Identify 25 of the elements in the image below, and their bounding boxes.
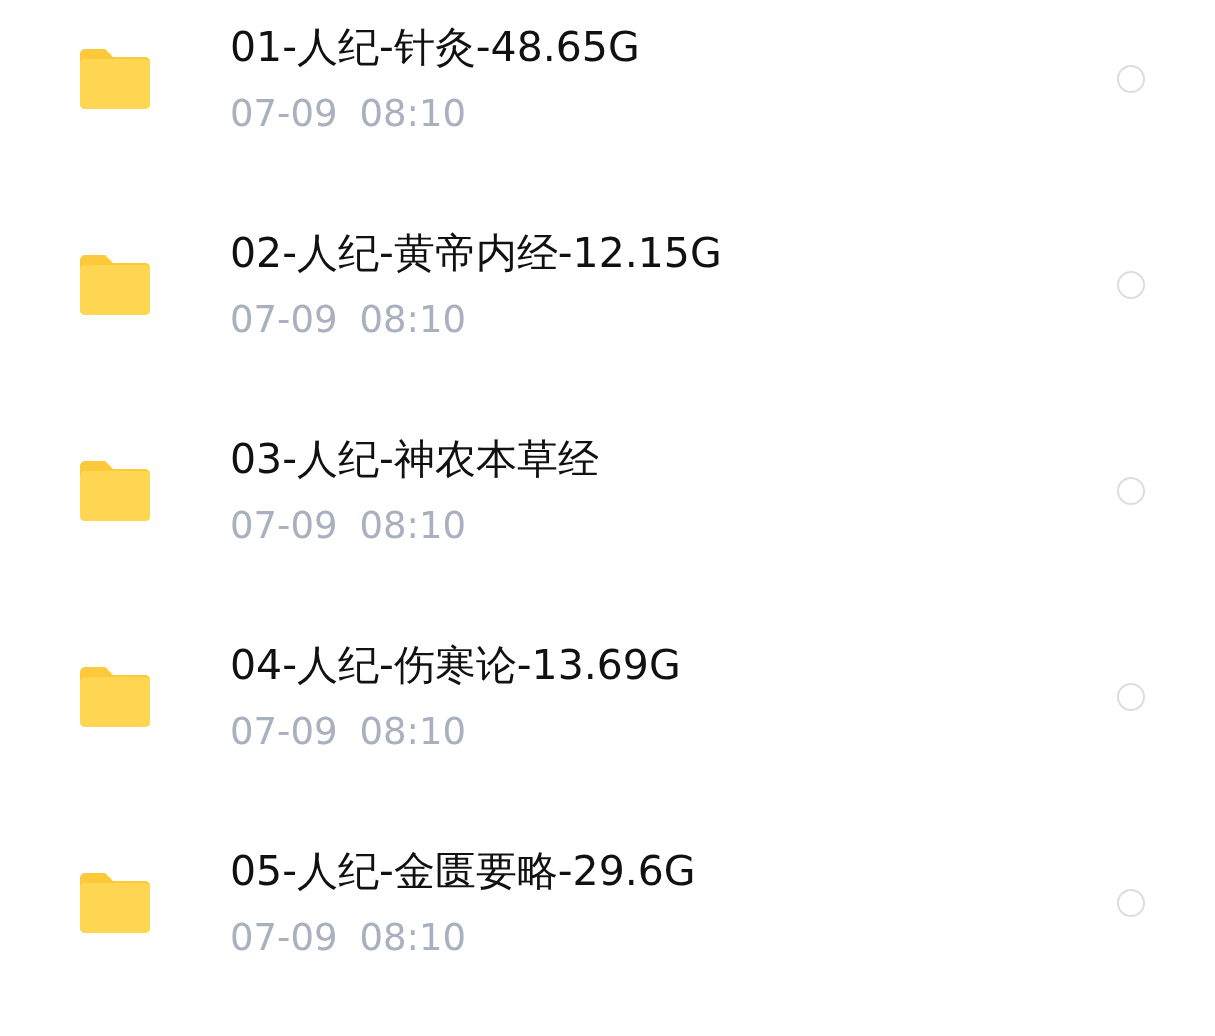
modified-date: 07-09	[230, 297, 338, 343]
modified-date: 07-09	[230, 503, 338, 549]
folder-icon	[80, 460, 150, 522]
folder-icon	[80, 48, 150, 110]
modified-date: 07-09	[230, 915, 338, 961]
select-radio[interactable]	[1117, 683, 1145, 711]
modified-time: 08:10	[359, 91, 467, 137]
select-radio[interactable]	[1117, 477, 1145, 505]
modified-time: 08:10	[359, 709, 467, 755]
file-name[interactable]: 05-人纪-金匮要略-29.6G	[230, 843, 696, 899]
modified-date: 07-09	[230, 709, 338, 755]
modified-date: 07-09	[230, 91, 338, 137]
file-name[interactable]: 04-人纪-伤寒论-13.69G	[230, 637, 681, 693]
modified-time: 08:10	[359, 915, 467, 961]
file-name[interactable]: 03-人纪-神农本草经	[230, 431, 599, 487]
select-radio[interactable]	[1117, 65, 1145, 93]
file-name[interactable]: 02-人纪-黄帝内经-12.15G	[230, 225, 722, 281]
select-radio[interactable]	[1117, 271, 1145, 299]
folder-icon	[80, 254, 150, 316]
file-name[interactable]: 01-人纪-针灸-48.65G	[230, 19, 640, 75]
folder-icon	[80, 666, 150, 728]
modified-time: 08:10	[359, 297, 467, 343]
modified-time: 08:10	[359, 503, 467, 549]
folder-icon	[80, 872, 150, 934]
select-radio[interactable]	[1117, 889, 1145, 917]
